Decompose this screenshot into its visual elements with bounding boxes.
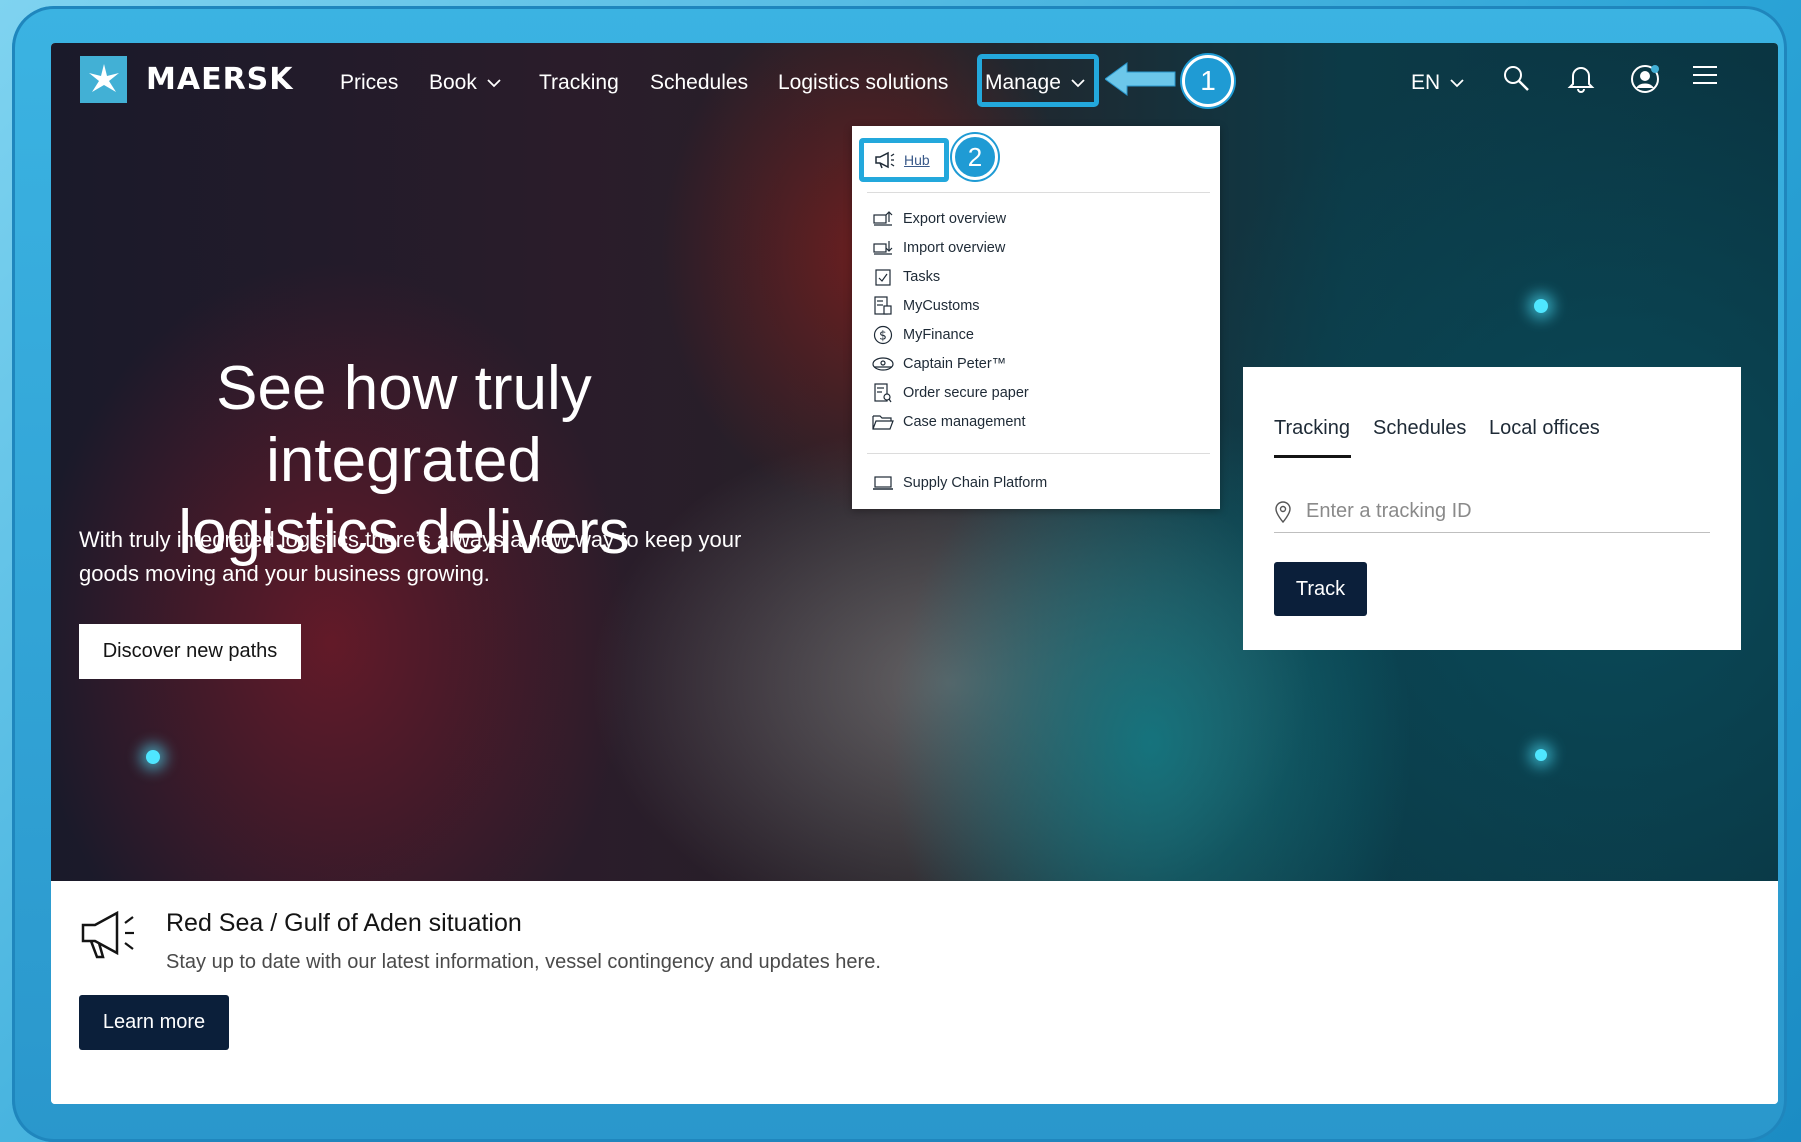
menu-item-case-management[interactable]: Case management xyxy=(872,411,1026,433)
tab-schedules[interactable]: Schedules xyxy=(1373,417,1466,440)
nav-tracking[interactable]: Tracking xyxy=(539,71,619,95)
nav-schedules[interactable]: Schedules xyxy=(650,71,748,95)
chevron-down-icon xyxy=(487,78,501,87)
hero-headline-line1: See how truly integrated xyxy=(216,354,592,495)
menu-item-myfinance[interactable]: $ MyFinance xyxy=(872,324,974,346)
hub-link[interactable]: Hub xyxy=(859,138,949,182)
menu-item-label: Order secure paper xyxy=(903,385,1029,401)
nav-book-label: Book xyxy=(429,71,477,94)
user-icon[interactable] xyxy=(1629,63,1661,95)
menu-item-label: Export overview xyxy=(903,211,1007,227)
brand-name: MAERSK xyxy=(146,62,294,97)
menu-item-captain-peter[interactable]: Captain Peter™ xyxy=(872,353,1006,375)
browser-viewport: MAERSK Prices Book Tracking Schedules Lo… xyxy=(51,43,1778,1104)
nav-schedules-label: Schedules xyxy=(650,71,749,94)
megaphone-icon xyxy=(875,151,895,169)
menu-item-label: Captain Peter™ xyxy=(903,356,1007,372)
checkbox-icon xyxy=(872,266,894,288)
maersk-logo[interactable]: MAERSK xyxy=(80,56,294,103)
top-navigation: MAERSK Prices Book Tracking Schedules Lo… xyxy=(51,43,1778,123)
tab-tracking[interactable]: Tracking xyxy=(1274,417,1350,440)
menu-item-supply-chain-platform[interactable]: Supply Chain Platform xyxy=(872,472,1047,494)
menu-item-label: MyFinance xyxy=(903,327,974,343)
announcement-banner: Red Sea / Gulf of Aden situation Stay up… xyxy=(51,881,1778,1104)
tracking-widget: Tracking Schedules Local offices Track xyxy=(1243,367,1741,650)
megaphone-icon xyxy=(81,910,134,959)
nav-logistics-solutions-label: Logistics solutions xyxy=(778,71,949,94)
step-badge-2: 2 xyxy=(952,134,998,180)
menu-item-label: Case management xyxy=(903,414,1026,430)
menu-item-mycustoms[interactable]: MyCustoms xyxy=(872,295,980,317)
decorative-light xyxy=(146,750,160,764)
svg-text:$: $ xyxy=(879,329,887,343)
menu-item-export-overview[interactable]: Export overview xyxy=(872,208,1006,230)
laptop-icon xyxy=(872,472,894,494)
learn-more-button[interactable]: Learn more xyxy=(79,995,229,1050)
decorative-light xyxy=(1534,299,1548,313)
manage-dropdown-menu: Hub 2 Export overview Import overview Ta… xyxy=(852,126,1220,509)
announcement-title: Red Sea / Gulf of Aden situation xyxy=(166,909,522,937)
hamburger-menu-icon[interactable] xyxy=(1691,63,1719,87)
active-tab-indicator xyxy=(1274,455,1351,458)
nav-logistics-solutions[interactable]: Logistics solutions xyxy=(778,71,948,95)
step-badge-1-label: 1 xyxy=(1200,65,1216,96)
menu-item-order-secure-paper[interactable]: Order secure paper xyxy=(872,382,1029,404)
dollar-circle-icon: $ xyxy=(872,324,894,346)
left-arrow-icon xyxy=(1105,62,1176,96)
hub-link-label: Hub xyxy=(904,152,930,168)
captain-hat-icon xyxy=(872,353,894,375)
bell-icon[interactable] xyxy=(1567,63,1595,93)
nav-prices[interactable]: Prices xyxy=(340,71,398,95)
location-pin-icon xyxy=(1275,500,1291,523)
step-badge-1: 1 xyxy=(1182,55,1234,107)
step-badge-2-label: 2 xyxy=(967,141,983,172)
decorative-light xyxy=(1535,749,1547,761)
chevron-down-icon xyxy=(1450,78,1464,87)
discover-new-paths-button[interactable]: Discover new paths xyxy=(79,624,301,679)
announcement-text: Stay up to date with our latest informat… xyxy=(166,951,881,973)
menu-item-label: Import overview xyxy=(903,240,1006,256)
language-selector[interactable]: EN xyxy=(1411,71,1464,95)
dropdown-divider xyxy=(867,453,1210,454)
menu-item-import-overview[interactable]: Import overview xyxy=(872,237,1005,259)
menu-item-label: MyCustoms xyxy=(903,298,980,314)
export-icon xyxy=(872,208,894,230)
manage-highlight-box xyxy=(977,54,1099,107)
tab-local-offices[interactable]: Local offices xyxy=(1489,417,1600,440)
nav-book[interactable]: Book xyxy=(429,71,501,95)
language-label: EN xyxy=(1411,71,1441,94)
import-icon xyxy=(872,237,894,259)
track-button[interactable]: Track xyxy=(1274,562,1367,616)
nav-prices-label: Prices xyxy=(340,71,399,94)
tracking-id-input[interactable] xyxy=(1306,500,1686,523)
menu-item-label: Supply Chain Platform xyxy=(903,475,1048,491)
customs-document-icon xyxy=(872,295,894,317)
tracking-input-field[interactable] xyxy=(1274,491,1710,533)
nav-tracking-label: Tracking xyxy=(539,71,619,94)
dropdown-divider xyxy=(867,192,1210,193)
search-icon[interactable] xyxy=(1501,63,1531,93)
menu-item-tasks[interactable]: Tasks xyxy=(872,266,940,288)
maersk-star-icon xyxy=(80,56,127,103)
secure-paper-icon xyxy=(872,382,894,404)
folder-icon xyxy=(872,411,894,433)
menu-item-label: Tasks xyxy=(903,269,941,285)
hero-subtext: With truly integrated logistics there’s … xyxy=(79,527,742,586)
